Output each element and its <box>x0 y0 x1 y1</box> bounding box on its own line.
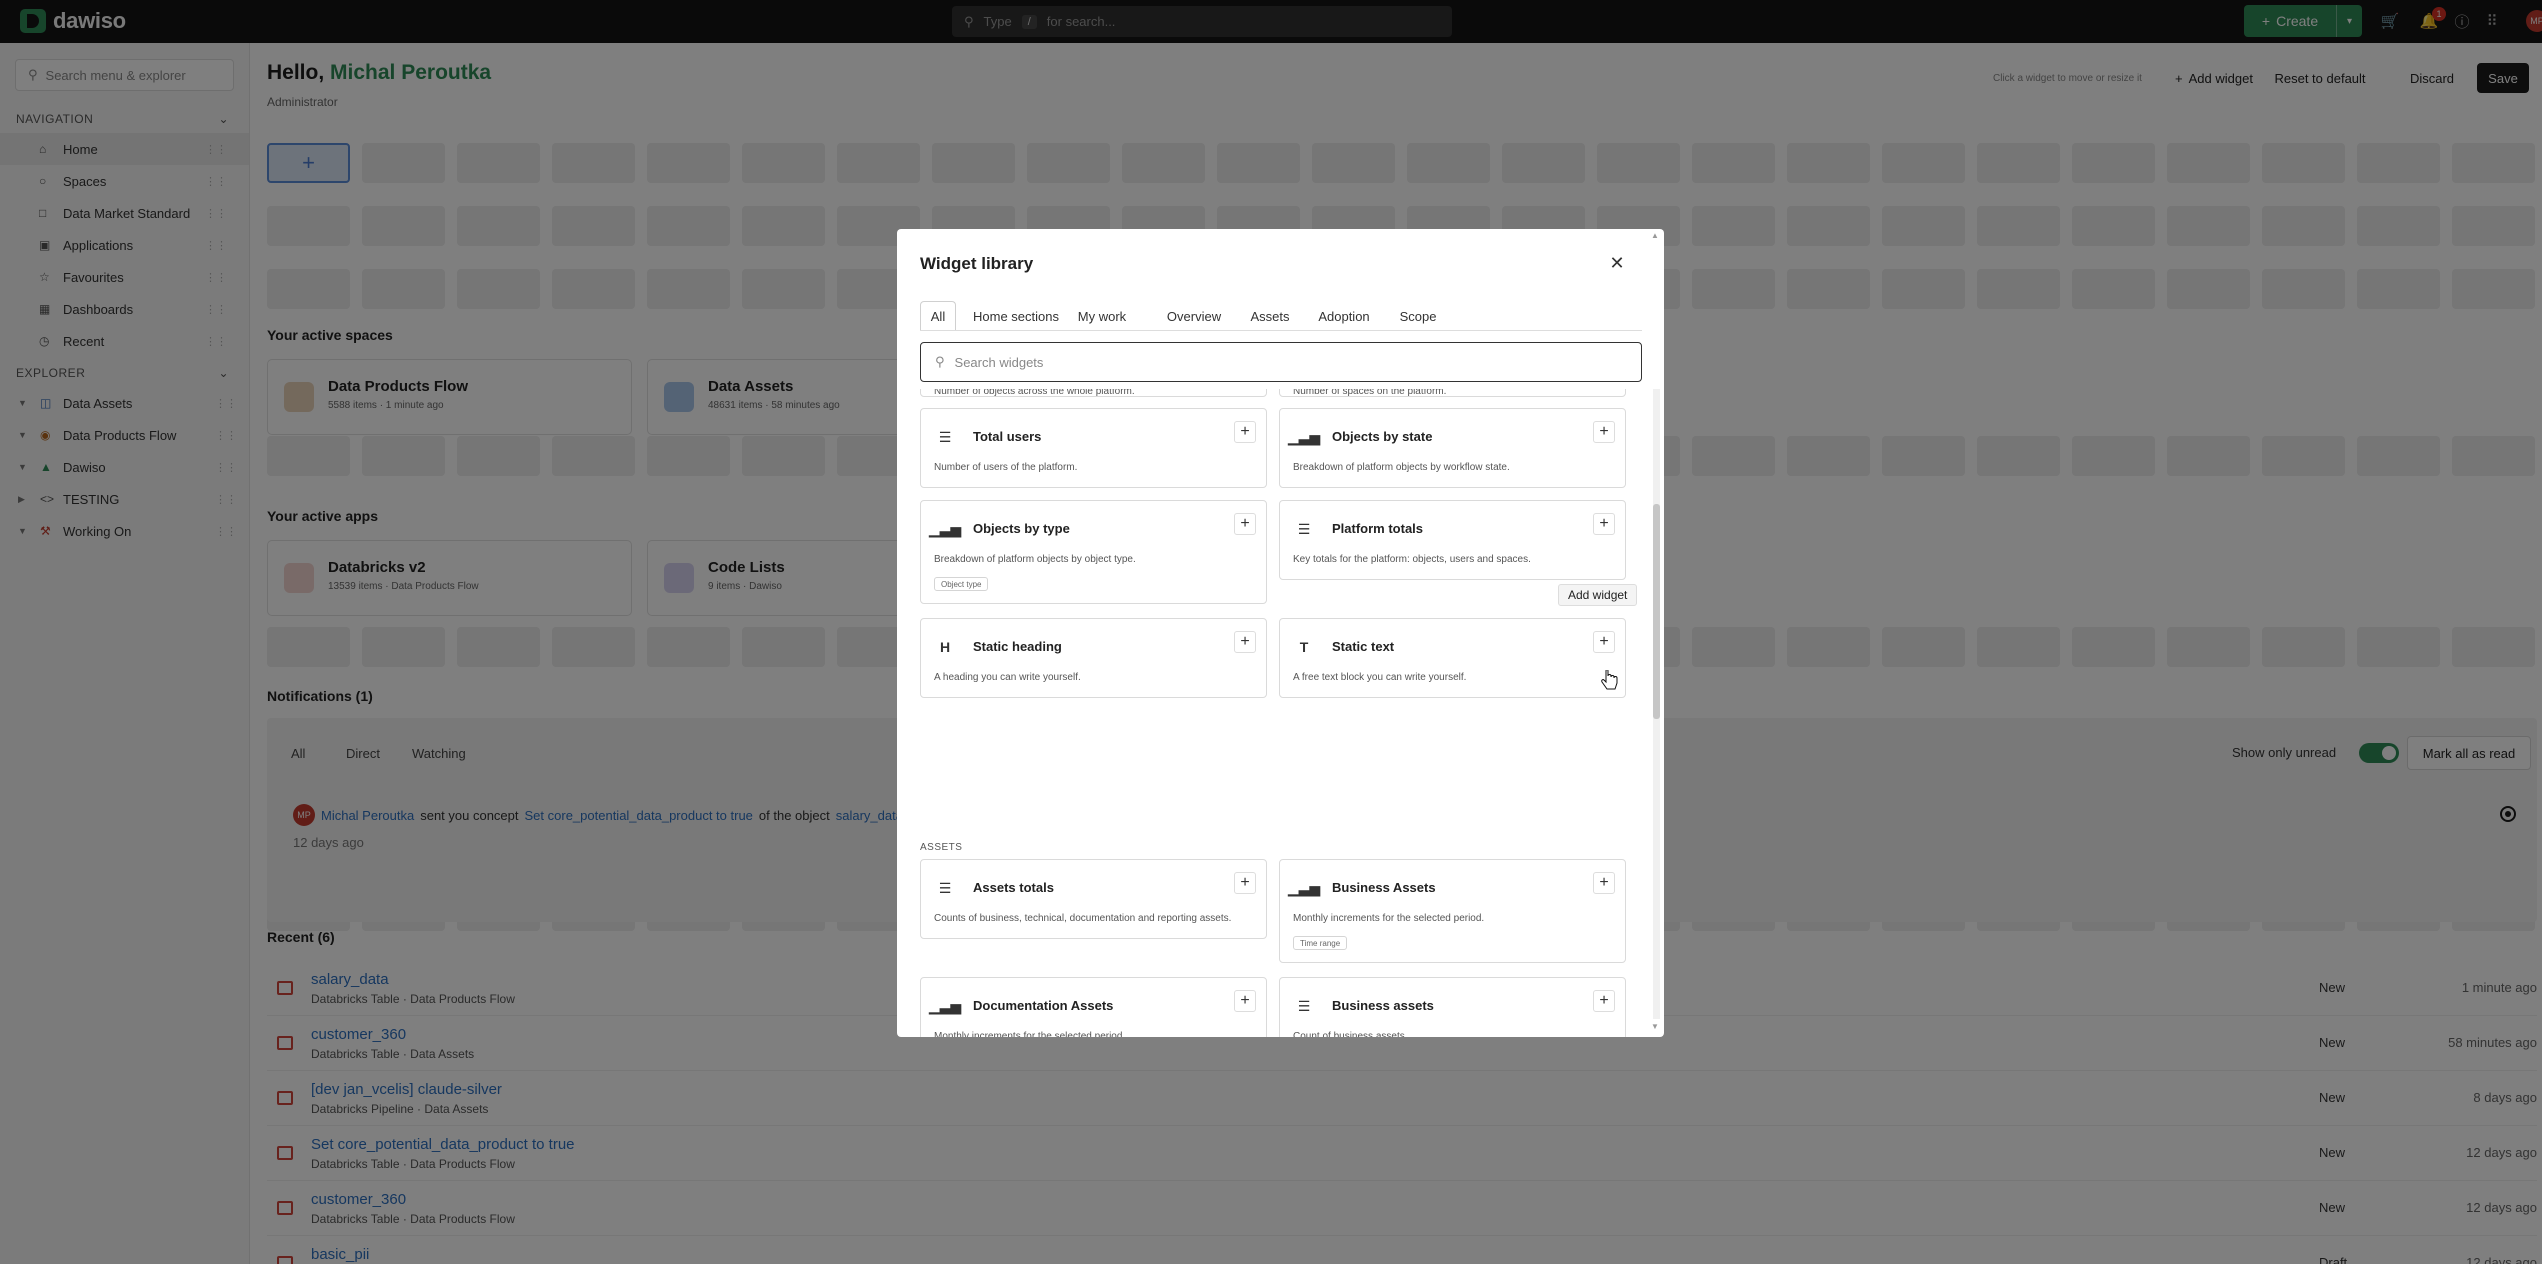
close-icon[interactable]: ✕ <box>1605 251 1629 275</box>
tab-assets[interactable]: Assets <box>1248 301 1292 331</box>
modal-title: Widget library <box>920 254 1034 273</box>
widget-card-title: Business Assets <box>1332 880 1436 895</box>
widget-card[interactable]: ☰ Total users Number of users of the platf… <box>920 408 1267 488</box>
heading-icon: H <box>939 639 951 655</box>
widget-card-title: Total users <box>973 429 1042 444</box>
modal-scrollbar[interactable] <box>1653 389 1660 1019</box>
widget-search-input[interactable]: ⚲ Search widgets <box>920 342 1642 382</box>
widget-card-title: Documentation Assets <box>973 998 1114 1013</box>
list-icon: ☰ <box>1297 997 1311 1014</box>
bar-chart-icon: ▁▃▅ <box>928 520 962 537</box>
add-widget-plus-icon[interactable]: + <box>1593 421 1615 443</box>
scroll-down-arrow-icon[interactable]: ▼ <box>1651 1022 1659 1031</box>
search-icon: ⚲ <box>935 354 945 369</box>
widget-card[interactable]: ▁▃▅ Business Assets Monthly increments for… <box>1279 859 1626 963</box>
widget-search-placeholder: Search widgets <box>954 354 1044 370</box>
widget-card[interactable]: ☰ Business assets Count of business assets… <box>1279 977 1626 1037</box>
add-widget-plus-icon[interactable]: + <box>1234 421 1256 443</box>
pointer-cursor-icon <box>1601 670 1618 690</box>
widget-card-desc: Monthly increments for the selected peri… <box>934 1031 1126 1037</box>
add-widget-plus-icon[interactable]: + <box>1593 513 1615 535</box>
widget-card-desc: Monthly increments for the selected peri… <box>1293 913 1485 924</box>
bar-chart-icon: ▁▃▅ <box>1287 428 1321 445</box>
widget-card[interactable]: ▁▃▅ Documentation Assets Monthly increment… <box>920 977 1267 1037</box>
widget-list: Number of objects across the whole platf… <box>897 389 1651 1037</box>
widget-library-modal: Widget library ✕ All Home sections My wo… <box>897 229 1664 1037</box>
tab-home-sections[interactable]: Home sections <box>971 301 1061 331</box>
widget-card-title: Assets totals <box>973 880 1054 895</box>
widget-card-title: Static heading <box>973 639 1062 654</box>
add-widget-plus-icon[interactable]: + <box>1593 631 1615 653</box>
text-icon: T <box>1299 639 1309 655</box>
widget-card-title: Static text <box>1332 639 1395 654</box>
tab-divider <box>920 330 1642 331</box>
scroll-up-arrow-icon[interactable]: ▲ <box>1651 231 1659 240</box>
widget-card[interactable]: H Static heading A heading you can write y… <box>920 618 1267 698</box>
add-widget-plus-icon[interactable]: + <box>1593 990 1615 1012</box>
widget-card-title: Platform totals <box>1332 521 1424 536</box>
widget-card-desc: Counts of business, technical, documenta… <box>934 913 1232 924</box>
list-icon: ☰ <box>938 428 952 445</box>
widget-card-partial[interactable]: Number of spaces on the platform. <box>1279 389 1626 397</box>
widget-card-desc: Breakdown of platform objects by workflo… <box>1293 462 1510 473</box>
widget-card-tag: Object type <box>934 577 989 591</box>
add-widget-plus-icon[interactable]: + <box>1234 631 1256 653</box>
widget-card-title: Business assets <box>1332 998 1434 1013</box>
widget-card-desc: Number of spaces on the platform. <box>1293 389 1447 397</box>
tab-overview[interactable]: Overview <box>1165 301 1223 331</box>
widget-card[interactable]: ▁▃▅ Objects by type Breakdown of platform … <box>920 500 1267 604</box>
group-heading-assets: ASSETS <box>920 842 963 853</box>
widget-card-desc: Count of business assets. <box>1293 1031 1408 1037</box>
widget-card-title: Objects by type <box>973 521 1070 536</box>
tab-my-work[interactable]: My work <box>1074 301 1130 331</box>
widget-card-partial[interactable]: Number of objects across the whole platf… <box>920 389 1267 397</box>
add-widget-plus-icon[interactable]: + <box>1593 872 1615 894</box>
widget-card-tag: Time range <box>1293 936 1348 950</box>
widget-card-desc: Number of users of the platform. <box>934 462 1078 473</box>
widget-card-title: Objects by state <box>1332 429 1433 444</box>
add-widget-plus-icon[interactable]: + <box>1234 872 1256 894</box>
widget-card-desc: A heading you can write yourself. <box>934 672 1081 683</box>
add-widget-plus-icon[interactable]: + <box>1234 990 1256 1012</box>
add-widget-tooltip: Add widget <box>1558 584 1638 606</box>
tab-scope[interactable]: Scope <box>1397 301 1439 331</box>
list-icon: ☰ <box>938 879 952 896</box>
tab-all[interactable]: All <box>920 301 956 331</box>
tab-adoption[interactable]: Adoption <box>1315 301 1373 331</box>
widget-card-desc: Breakdown of platform objects by object … <box>934 554 1136 565</box>
bar-chart-icon: ▁▃▅ <box>928 997 962 1014</box>
add-widget-plus-icon[interactable]: + <box>1234 513 1256 535</box>
widget-card[interactable]: ☰ Platform totals Key totals for the platf… <box>1279 500 1626 580</box>
widget-card-desc: A free text block you can write yourself… <box>1293 672 1467 683</box>
widget-card[interactable]: ☰ Assets totals Counts of business, techni… <box>920 859 1267 939</box>
widget-card[interactable]: ▁▃▅ Objects by state Breakdown of platform… <box>1279 408 1626 488</box>
widget-card[interactable]: T Static text A free text block you can wr… <box>1279 618 1626 698</box>
scrollbar-thumb[interactable] <box>1653 504 1660 719</box>
bar-chart-icon: ▁▃▅ <box>1287 879 1321 896</box>
list-icon: ☰ <box>1297 520 1311 537</box>
widget-card-desc: Number of objects across the whole platf… <box>934 389 1135 397</box>
widget-card-desc: Key totals for the platform: objects, us… <box>1293 554 1531 565</box>
